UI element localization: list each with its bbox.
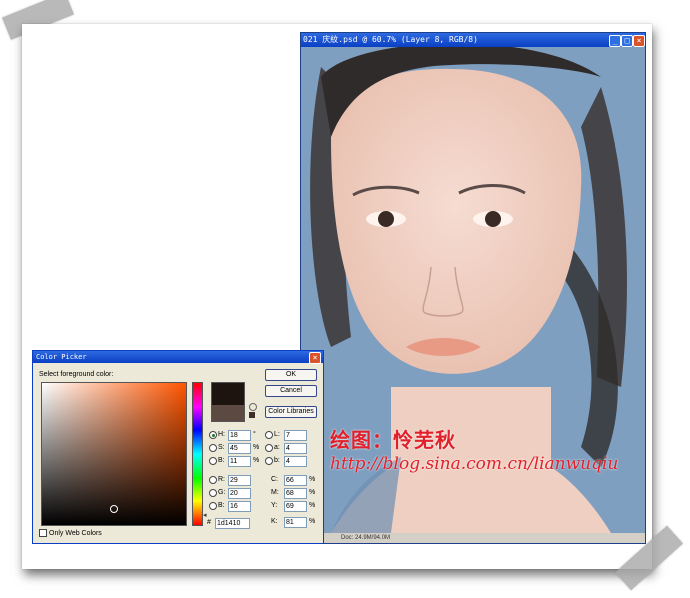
b-channel-radio[interactable] [265, 457, 273, 465]
brightness-input[interactable]: 11 [228, 456, 251, 467]
saturation-brightness-field[interactable] [41, 382, 187, 526]
only-web-colors-option[interactable]: Only Web Colors [39, 529, 102, 538]
magenta-row: M: 68 % [265, 488, 321, 499]
red-label: R: [218, 476, 225, 483]
color-picker-dialog: Color Picker × Select foreground color: … [32, 350, 324, 544]
red-input[interactable]: 29 [228, 475, 251, 486]
saturation-radio[interactable] [209, 444, 217, 452]
brightness-unit: % [253, 457, 260, 464]
lightness-radio[interactable] [265, 431, 273, 439]
black-input[interactable]: 81 [284, 517, 307, 528]
brightness-radio[interactable] [209, 457, 217, 465]
artist-credit: 绘图：怜芜秋 [330, 428, 456, 452]
blue-label: B: [218, 502, 225, 509]
close-icon[interactable]: × [633, 35, 645, 47]
cyan-label: C: [271, 476, 278, 483]
black-label: K: [271, 518, 278, 525]
b-channel-row: b: 4 [265, 456, 317, 467]
color-picker-titlebar[interactable]: Color Picker × [33, 351, 323, 364]
black-unit: % [309, 518, 316, 525]
blue-input[interactable]: 16 [228, 501, 251, 512]
brightness-label: B: [218, 457, 225, 464]
current-color-swatch[interactable] [211, 405, 245, 422]
saturation-label: S: [218, 444, 225, 451]
lightness-input[interactable]: 7 [284, 430, 307, 441]
document-title: 021 庆紋.psd @ 60.7% (Layer 8, RGB/8) [303, 35, 478, 44]
saturation-row: S: 45 % [209, 443, 265, 454]
hue-slider[interactable] [192, 382, 203, 526]
b-channel-label: b: [274, 457, 280, 464]
brightness-row: B: 11 % [209, 456, 265, 467]
red-radio[interactable] [209, 476, 217, 484]
hue-row: H: 18 ° [209, 430, 265, 441]
a-channel-row: a: 4 [265, 443, 317, 454]
cyan-input[interactable]: 66 [284, 475, 307, 486]
a-channel-radio[interactable] [265, 444, 273, 452]
new-color-swatch [211, 382, 245, 406]
blue-radio[interactable] [209, 502, 217, 510]
a-channel-label: a: [274, 444, 280, 451]
only-web-colors-label: Only Web Colors [49, 530, 102, 537]
saturation-unit: % [253, 444, 260, 451]
hue-slider-arrow-icon[interactable]: ◂ [203, 511, 207, 519]
only-web-colors-checkbox[interactable] [39, 529, 47, 538]
hue-input[interactable]: 18 [228, 430, 251, 441]
lightness-label: L: [274, 431, 280, 438]
green-radio[interactable] [209, 489, 217, 497]
green-row: G: 20 [209, 488, 265, 499]
hue-label: H: [218, 431, 225, 438]
ok-button[interactable]: OK [265, 369, 317, 381]
hex-input[interactable]: 1d1410 [215, 518, 250, 529]
yellow-label: Y: [271, 502, 278, 509]
color-picker-title: Color Picker [36, 353, 87, 361]
yellow-unit: % [309, 502, 316, 509]
color-libraries-button[interactable]: Color Libraries [265, 406, 317, 418]
blue-row: B: 16 [209, 501, 265, 512]
close-icon[interactable]: × [309, 352, 321, 364]
saturation-input[interactable]: 45 [228, 443, 251, 454]
gamut-color-chip[interactable] [249, 412, 255, 418]
magenta-unit: % [309, 489, 316, 496]
cyan-unit: % [309, 476, 316, 483]
lightness-row: L: 7 [265, 430, 317, 441]
yellow-input[interactable]: 69 [284, 501, 307, 512]
hex-label: # [207, 519, 211, 526]
black-row: K: 81 % [265, 517, 321, 528]
picker-prompt: Select foreground color: [39, 371, 114, 378]
document-status-bar: Doc: 24.9M/94.0M [301, 533, 645, 543]
document-titlebar[interactable]: 021 庆紋.psd @ 60.7% (Layer 8, RGB/8) _ □ … [301, 33, 645, 47]
green-label: G: [218, 489, 226, 496]
yellow-row: Y: 69 % [265, 501, 321, 512]
b-channel-input[interactable]: 4 [284, 456, 307, 467]
document-status-text: Doc: 24.9M/94.0M [341, 535, 391, 541]
color-field-marker[interactable] [110, 505, 118, 513]
cyan-row: C: 66 % [265, 475, 321, 486]
minimize-icon[interactable]: _ [609, 35, 621, 47]
red-row: R: 29 [209, 475, 265, 486]
maximize-icon[interactable]: □ [621, 35, 633, 47]
gamut-warning-icon[interactable] [249, 403, 257, 411]
cancel-button[interactable]: Cancel [265, 385, 317, 397]
magenta-label: M: [271, 489, 279, 496]
hue-unit: ° [253, 431, 256, 438]
magenta-input[interactable]: 68 [284, 488, 307, 499]
hue-radio[interactable] [209, 431, 217, 439]
blog-url: http://blog.sina.com.cn/lianwuqiu [330, 454, 619, 474]
a-channel-input[interactable]: 4 [284, 443, 307, 454]
green-input[interactable]: 20 [228, 488, 251, 499]
